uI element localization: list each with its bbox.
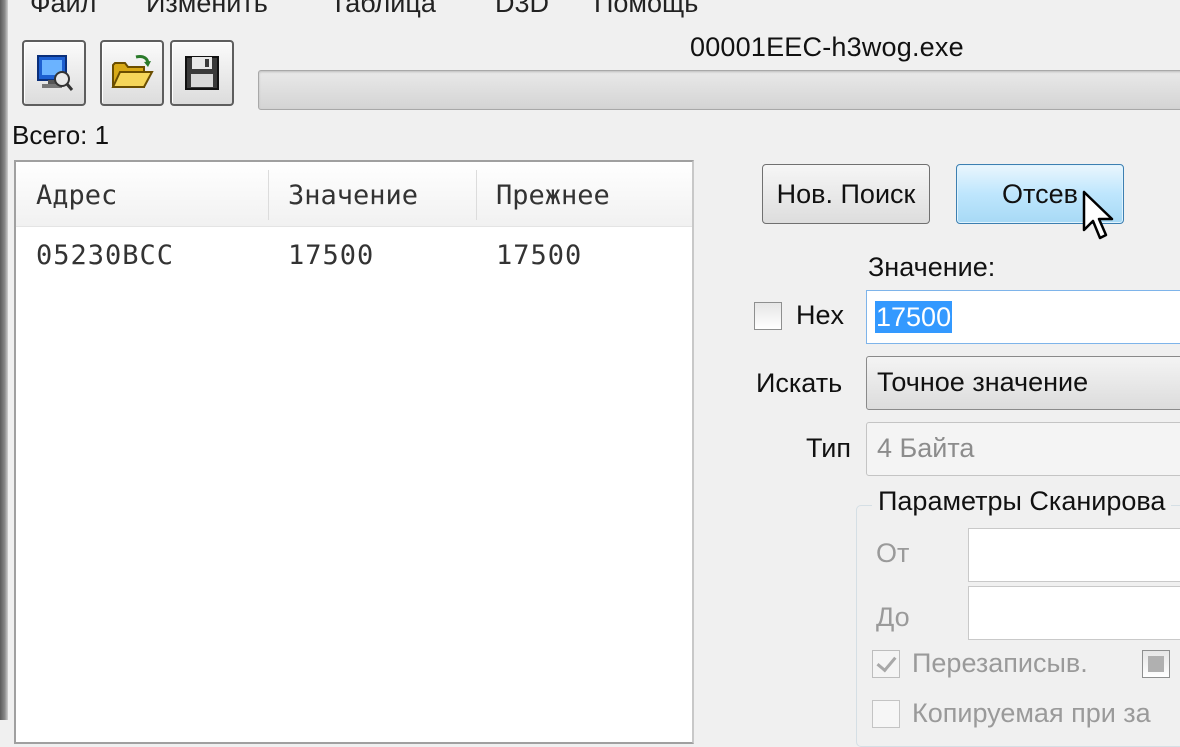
scan-progress-bar [258,70,1180,110]
search-type-value: Точное значение [877,367,1089,397]
menu-help[interactable]: Помощь [594,0,698,19]
value-type-label: Тип [806,433,852,463]
column-separator[interactable] [476,170,477,220]
select-process-button[interactable] [22,40,86,106]
value-input-text: 17500 [875,301,953,333]
open-folder-icon [111,55,154,88]
row-previous: 17500 [496,240,583,271]
writable-checkbox[interactable] [872,650,900,678]
row-address: 05230BCC [36,240,175,271]
search-type-label: Искать [756,368,843,398]
results-list-header: Адрес Значение Прежнее [16,162,692,227]
value-label: Значение: [868,252,996,282]
open-file-button[interactable] [100,40,164,106]
column-header-value[interactable]: Значение [288,180,418,211]
from-address-input[interactable] [968,528,1180,582]
writable-label: Перезаписыв. [912,648,1088,678]
column-separator[interactable] [268,170,269,220]
to-label: До [876,602,910,632]
select-process-icon [37,55,74,91]
column-header-address[interactable]: Адрес [36,180,117,211]
found-count-label: Всего: 1 [12,120,110,150]
process-title: 00001EEC-h3wog.exe [690,32,964,62]
new-scan-button[interactable]: Нов. Поиск [762,164,930,224]
from-label: От [876,538,910,568]
value-type-select[interactable]: 4 Байта [866,422,1180,476]
results-list[interactable]: Адрес Значение Прежнее 05230BCC 17500 17… [14,160,694,744]
value-type-value: 4 Байта [877,433,975,463]
window-left-edge [0,0,8,720]
copy-on-write-checkbox[interactable] [872,700,900,728]
column-header-previous[interactable]: Прежнее [496,180,610,211]
search-type-select[interactable]: Точное значение [866,356,1180,410]
hex-checkbox[interactable] [754,302,782,330]
menu-edit[interactable]: Изменить [146,0,268,19]
executable-checkbox[interactable] [1142,650,1170,678]
value-input[interactable]: 17500 [866,290,1180,344]
row-value: 17500 [288,240,375,271]
menu-table[interactable]: Таблица [330,0,436,19]
mouse-cursor-icon [1082,190,1114,240]
scan-options-title: Параметры Сканирова [872,486,1172,517]
to-address-input[interactable] [968,586,1180,640]
menu-bar: Файл Изменить Таблица D3D Помощь [8,0,1180,22]
copy-on-write-label: Копируемая при за [912,698,1151,728]
hex-label: Hex [796,300,845,330]
menu-file[interactable]: Файл [30,0,96,19]
menu-d3d[interactable]: D3D [495,0,549,19]
save-file-button[interactable] [170,40,234,106]
save-floppy-icon [185,56,219,90]
